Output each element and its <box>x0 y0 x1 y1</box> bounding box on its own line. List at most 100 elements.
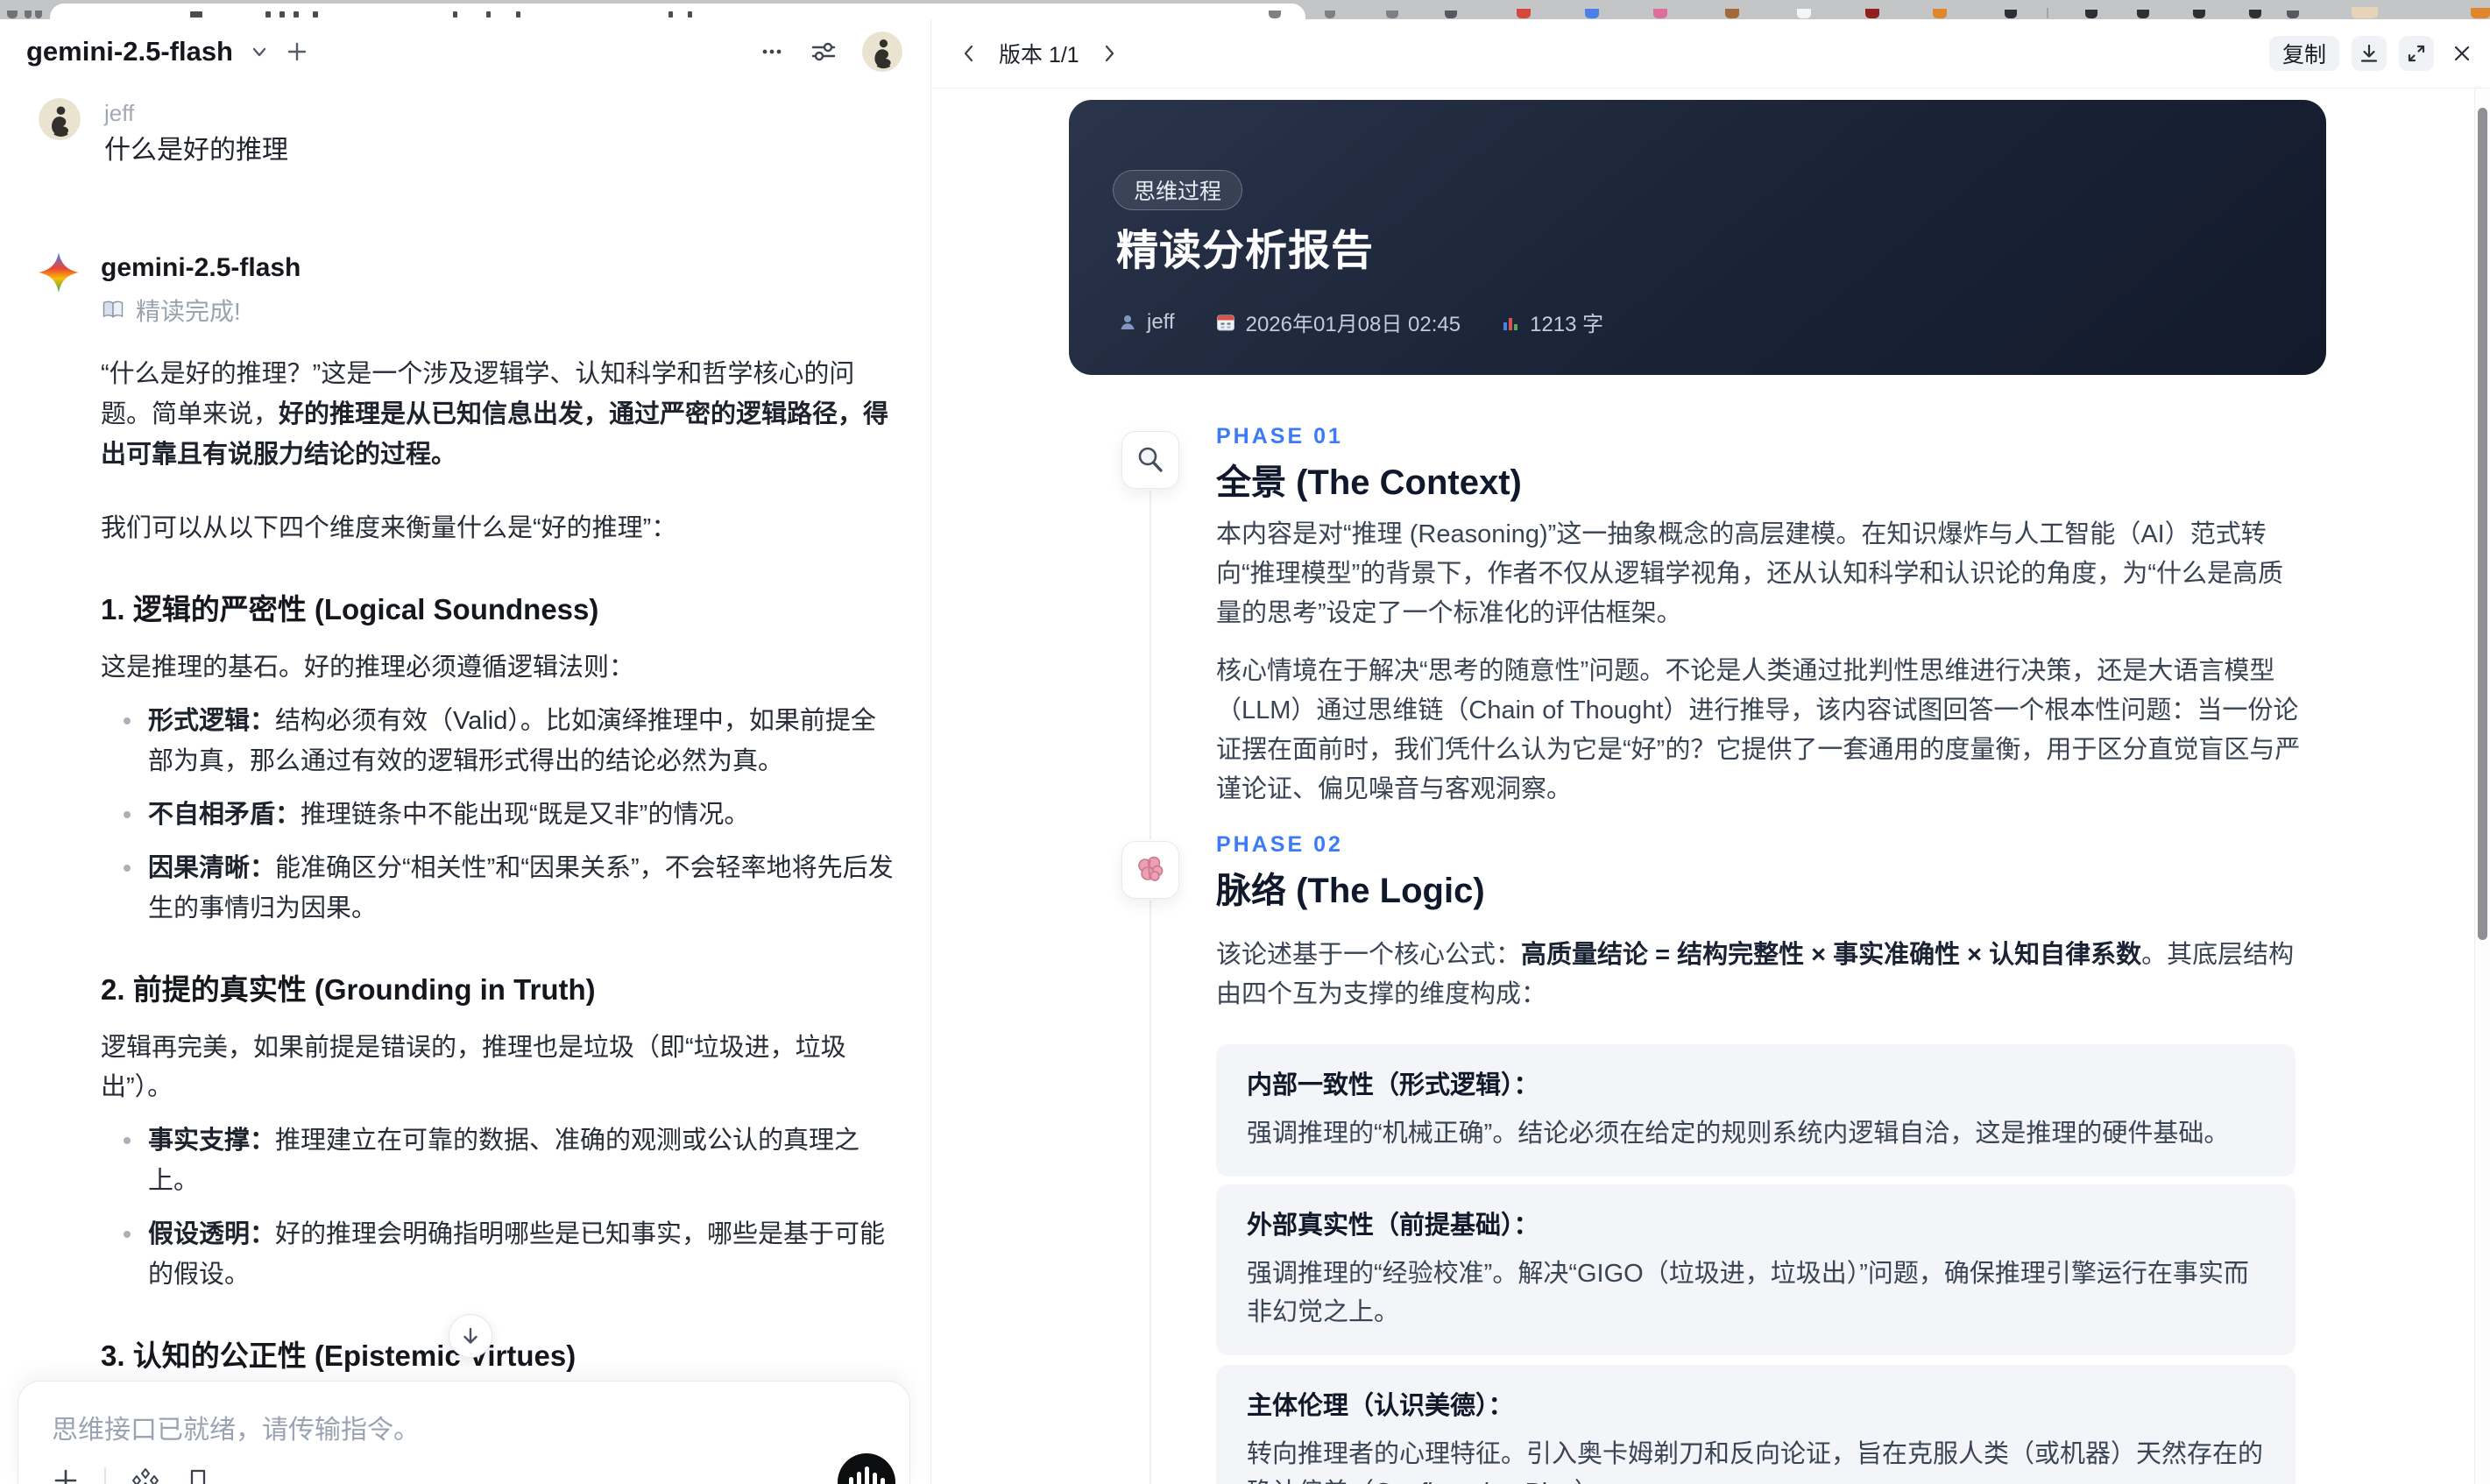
voice-input-button[interactable] <box>838 1453 895 1484</box>
message-text: 什么是好的推理 <box>104 136 288 165</box>
skills-diamonds-icon[interactable] <box>131 1466 160 1484</box>
more-options-icon[interactable] <box>759 39 785 65</box>
card-body: 转向推理者的心理特征。引入奥卡姆剃刀和反向论证，旨在克服人类（或机器）天然存在的… <box>1247 1440 2264 1484</box>
artifact-scrollbar[interactable] <box>2474 89 2490 1484</box>
browser-extension-icon-fragment[interactable] <box>1725 9 1739 18</box>
card-title: 内部一致性（形式逻辑）： <box>1247 1071 1539 1099</box>
tab-url-text-fragment <box>294 11 299 18</box>
report-author: jeff <box>1118 310 1175 335</box>
browser-active-tab[interactable] <box>50 4 1305 19</box>
artifact-content[interactable]: 思维过程 精读分析报告 jeff 2026年01月08日 02:45 1213 … <box>932 89 2474 1484</box>
phase2-marker <box>1121 841 1179 899</box>
browser-extension-icon-fragment[interactable] <box>2085 10 2097 18</box>
browser-extension-icon-fragment[interactable] <box>2137 10 2149 18</box>
chat-header: gemini-2.5-flash <box>0 19 930 84</box>
bullet-item: 形式逻辑：结构必须有效（Valid）。比如演绎推理中，如果前提全部为真，那么通过… <box>101 701 898 781</box>
phase2-label: PHASE 02 <box>1216 832 1343 857</box>
tab-url-text-fragment <box>516 11 520 18</box>
scrollbar-thumb[interactable] <box>2478 108 2487 940</box>
copy-button[interactable]: 复制 <box>2268 36 2339 71</box>
download-icon <box>2360 44 2378 62</box>
browser-extension-icon-fragment[interactable] <box>1865 9 1879 18</box>
assistant-intro-paragraph: “什么是好的推理？”这是一个涉及逻辑学、认知科学和哲学核心的问题。简单来说，好的… <box>101 354 898 475</box>
open-book-icon <box>103 300 124 318</box>
section-heading: 1. 逻辑的严密性 (Logical Soundness) <box>101 593 599 625</box>
browser-extension-icon-fragment[interactable] <box>2249 10 2261 18</box>
tab-url-text-fragment <box>265 11 271 18</box>
browser-toolbar-strip <box>0 0 2490 19</box>
card-title: 主体伦理（认识美德）： <box>1247 1392 1514 1420</box>
message-composer[interactable]: 思维接口已就绪，请传输指令。 <box>18 1381 910 1484</box>
next-version-button[interactable] <box>1093 38 1125 69</box>
phase2-lead: 该论述基于一个核心公式：高质量结论 = 结构完整性 × 事实准确性 × 认知自律… <box>1216 936 2306 1014</box>
browser-extension-icon-fragment[interactable] <box>1653 9 1667 18</box>
conversation-title[interactable]: gemini-2.5-flash <box>26 36 233 67</box>
browser-extension-icon-fragment[interactable] <box>2471 8 2490 18</box>
new-chat-icon[interactable] <box>286 40 308 63</box>
browser-extension-icon-fragment[interactable] <box>2287 11 2299 18</box>
chevron-down-icon[interactable] <box>249 41 270 62</box>
tab-url-text-fragment <box>453 11 457 18</box>
brain-icon <box>1138 856 1164 881</box>
section-bullet-list: 形式逻辑：结构必须有效（Valid）。比如演绎推理中，如果前提全部为真，那么通过… <box>101 701 898 929</box>
browser-extension-icon-fragment[interactable] <box>1797 9 1811 18</box>
phase2-lead-prefix: 该论述基于一个核心公式： <box>1216 941 1522 969</box>
browser-extension-icon-fragment[interactable] <box>1386 11 1398 18</box>
previous-version-button[interactable] <box>953 38 985 69</box>
attach-plus-icon[interactable] <box>52 1466 80 1484</box>
tab-url-text-fragment <box>668 11 673 18</box>
browser-extension-icon-fragment[interactable] <box>1269 11 1281 18</box>
card-body: 强调推理的“机械正确”。结论必须在给定的规则系统内逻辑自洽，这是推理的硬件基础。 <box>1247 1120 2230 1148</box>
fullscreen-button[interactable] <box>2399 36 2434 71</box>
report-meta: jeff 2026年01月08日 02:45 1213 字 <box>1118 307 1603 337</box>
browser-extension-icon-fragment[interactable] <box>2193 10 2205 18</box>
browser-extension-icon-fragment[interactable] <box>1445 11 1457 18</box>
tab-url-text-fragment <box>279 11 285 18</box>
browser-extension-icon-fragment[interactable] <box>1325 11 1335 18</box>
artifact-panel: 版本 1/1 复制 思维过程 精读分析报告 jeff 2026年01月08日 0… <box>932 19 2490 1484</box>
dimension-card: 主体伦理（认识美德）： 转向推理者的心理特征。引入奥卡姆剃刀和反向论证，旨在克服… <box>1216 1365 2295 1484</box>
assistant-status: 精读完成! <box>101 293 898 328</box>
browser-extension-icon-fragment[interactable] <box>1585 9 1599 18</box>
report-datetime: 2026年01月08日 02:45 <box>1215 307 1461 337</box>
section-bullet-list: 事实支撑：推理建立在可靠的数据、准确的观测或公认的真理之上。 假设透明：好的推理… <box>101 1120 898 1295</box>
card-title: 外部真实性（前提基础）： <box>1247 1212 1539 1240</box>
phase1-title: 全景 (The Context) <box>1216 463 1522 502</box>
tab-url-text-fragment <box>313 11 318 18</box>
browser-extension-icon-fragment[interactable] <box>2047 8 2048 18</box>
browser-extension-icon-fragment[interactable] <box>2352 7 2378 18</box>
user-message: jeff 什么是好的推理 <box>39 98 915 170</box>
card-body: 强调推理的“经验校准”。解决“GIGO（垃圾进，垃圾出）”问题，确保推理引擎运行… <box>1247 1260 2249 1326</box>
close-button[interactable] <box>2446 38 2478 69</box>
assistant-status-text: 精读完成! <box>136 298 241 325</box>
tab-url-text-fragment <box>486 11 491 18</box>
section-heading: 3. 认知的公正性 (Epistemic Virtues) <box>101 1339 577 1372</box>
section-heading: 2. 前提的真实性 (Grounding in Truth) <box>101 973 596 1006</box>
browser-extension-icon-fragment[interactable] <box>1933 9 1947 18</box>
browser-extension-icon-fragment[interactable] <box>25 11 32 18</box>
report-badge: 思维过程 <box>1113 170 1243 210</box>
assistant-message: gemini-2.5-flash 精读完成! “什么是好的推理？”这是一个涉及逻… <box>39 251 915 1484</box>
user-avatar[interactable] <box>862 32 902 72</box>
browser-extension-icon-fragment[interactable] <box>35 11 42 18</box>
artifact-toolbar: 版本 1/1 复制 <box>932 19 2490 88</box>
scroll-to-bottom-button[interactable] <box>449 1314 492 1358</box>
gemini-logo-icon <box>39 252 79 293</box>
bullet-item: 假设透明：好的推理会明确指明哪些是已知事实，哪些是基于可能的假设。 <box>101 1214 898 1295</box>
app-window: gemini-2.5-flash jeff 什么是好的推理 gemini-2.5… <box>0 19 2490 1484</box>
composer-placeholder[interactable]: 思维接口已就绪，请传输指令。 <box>52 1408 420 1446</box>
browser-extension-icon-fragment[interactable] <box>7 11 18 18</box>
bullet-item: 事实支撑：推理建立在可靠的数据、准确的观测或公认的真理之上。 <box>101 1120 898 1201</box>
dimension-card: 外部真实性（前提基础）： 强调推理的“经验校准”。解决“GIGO（垃圾进，垃圾出… <box>1216 1184 2295 1355</box>
chat-message-list[interactable]: jeff 什么是好的推理 gemini-2.5-flash 精读完成! “什么是… <box>39 84 915 1484</box>
bar-chart-icon <box>1503 317 1518 330</box>
model-settings-sliders-icon[interactable] <box>810 38 838 66</box>
browser-extension-icon-fragment[interactable] <box>2005 10 2017 18</box>
calendar-icon <box>1216 314 1234 330</box>
magnifier-icon <box>1138 447 1163 472</box>
tab-url-text-fragment <box>688 11 692 18</box>
browser-extension-icon-fragment[interactable] <box>1517 9 1531 18</box>
bookmark-icon[interactable] <box>185 1467 211 1484</box>
dimension-card: 内部一致性（形式逻辑）： 强调推理的“机械正确”。结论必须在给定的规则系统内逻辑… <box>1216 1044 2295 1177</box>
download-button[interactable] <box>2352 36 2387 71</box>
